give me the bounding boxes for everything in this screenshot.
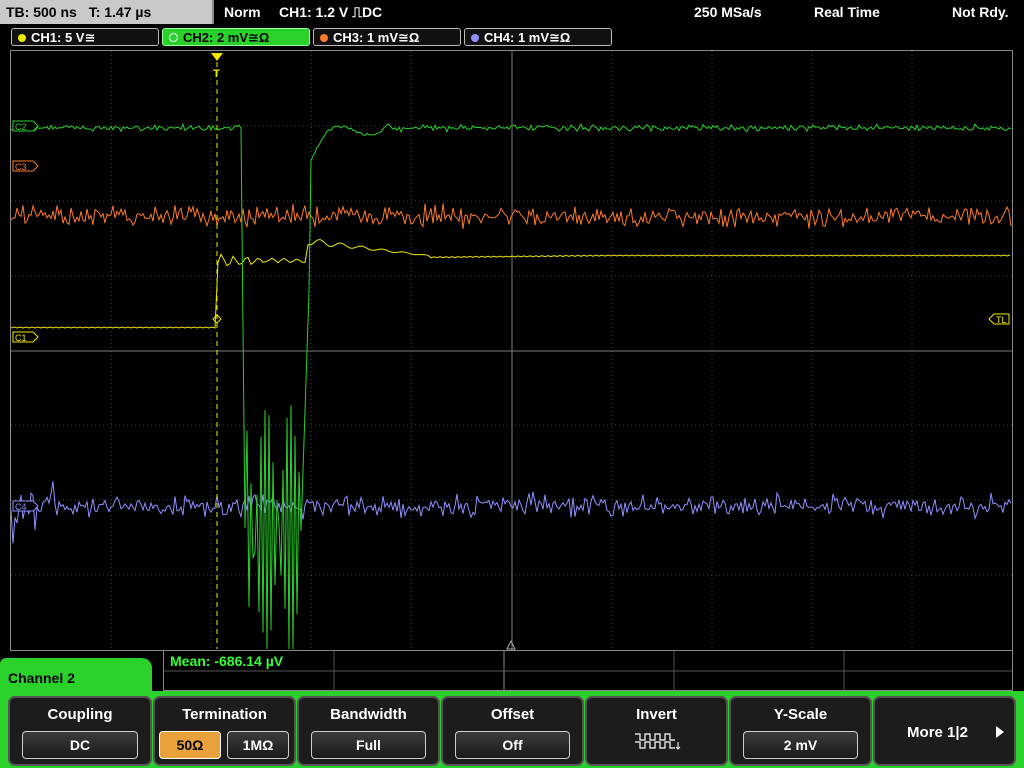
trigger-level-label: TL xyxy=(996,315,1007,325)
invert-waveform-icon xyxy=(635,733,681,750)
yscale-value[interactable]: 2 mV xyxy=(743,731,858,759)
tab-ch3-label: CH3: 1 mV≅Ω xyxy=(333,30,420,45)
ch4-marker-label: C4 xyxy=(15,502,27,512)
termination-softkey[interactable]: Termination 50Ω 1MΩ xyxy=(153,696,296,766)
bandwidth-value[interactable]: Full xyxy=(311,731,426,759)
tab-ch3[interactable]: CH3: 1 mV≅Ω xyxy=(313,28,461,46)
traces xyxy=(11,122,1012,650)
timebase-box[interactable]: TB: 500 ns T: 1.47 µs xyxy=(0,0,214,24)
coupling-softkey[interactable]: Coupling DC xyxy=(8,696,152,766)
ch3-trace xyxy=(11,203,1012,229)
trigger-mode[interactable]: Norm xyxy=(224,0,261,24)
status-bar: TB: 500 ns T: 1.47 µs Norm CH1: 1.2 V ⎍D… xyxy=(0,0,1024,26)
ch1-marker-label: C1 xyxy=(15,333,27,343)
ch3-marker[interactable]: C3 xyxy=(12,160,39,172)
offset-value[interactable]: Off xyxy=(455,731,570,759)
channel-tab-row: CH1: 5 V≅ CH2: 2 mV≅Ω CH3: 1 mV≅Ω CH4: 1… xyxy=(0,26,1024,48)
invert-softkey[interactable]: Invert xyxy=(585,696,728,766)
center-marker xyxy=(506,639,516,650)
tab-ch1-label: CH1: 5 V≅ xyxy=(31,30,96,45)
yscale-softkey[interactable]: Y-Scale 2 mV xyxy=(729,696,872,766)
tab-ch2-label: CH2: 2 mV≅Ω xyxy=(183,30,270,45)
invert-title: Invert xyxy=(636,706,677,723)
timebase-label: TB: 500 ns xyxy=(6,4,77,20)
measurement-area: Mean: -686.14 µV xyxy=(163,651,1013,691)
sample-rate: 250 MSa/s xyxy=(694,4,762,20)
ch1-marker[interactable]: C1 xyxy=(12,331,39,343)
trigger-time-label: T: 1.47 µs xyxy=(88,4,152,20)
ch4-marker[interactable]: C4 xyxy=(12,500,39,512)
ch3-color-dot xyxy=(320,33,328,42)
trigger-level-marker[interactable]: TL xyxy=(988,313,1010,325)
acquisition-status: Not Rdy. xyxy=(952,4,1009,20)
tab-ch2[interactable]: CH2: 2 mV≅Ω xyxy=(162,28,310,46)
bandwidth-title: Bandwidth xyxy=(330,706,407,723)
tab-ch1[interactable]: CH1: 5 V≅ xyxy=(11,28,159,46)
trigger-position-label: T xyxy=(213,68,220,80)
bandwidth-softkey[interactable]: Bandwidth Full xyxy=(297,696,440,766)
tab-ch4-label: CH4: 1 mV≅Ω xyxy=(484,30,571,45)
ch1-color-dot xyxy=(18,33,26,42)
next-arrow-icon xyxy=(996,726,1004,738)
ch2-marker[interactable]: C2 xyxy=(12,120,39,132)
coupling-value[interactable]: DC xyxy=(22,731,138,759)
termination-1mohm-option[interactable]: 1MΩ xyxy=(227,731,289,759)
ch1-trace xyxy=(11,238,1011,329)
ch4-color-dot xyxy=(471,33,479,42)
coupling-title: Coupling xyxy=(47,706,113,723)
tab-ch4[interactable]: CH4: 1 mV≅Ω xyxy=(464,28,612,46)
ch4-trace xyxy=(11,481,1012,544)
ch2-trace xyxy=(11,122,1012,650)
trigger-info[interactable]: CH1: 1.2 V ⎍DC xyxy=(279,0,382,24)
termination-50ohm-option[interactable]: 50Ω xyxy=(159,731,221,759)
yscale-title: Y-Scale xyxy=(773,706,828,723)
ch2-color-dot xyxy=(169,33,178,43)
more-title: More 1|2 xyxy=(907,724,968,741)
mean-measurement: Mean: -686.14 µV xyxy=(170,653,284,669)
termination-title: Termination xyxy=(182,706,267,723)
grid xyxy=(11,51,1012,650)
more-softkey[interactable]: More 1|2 xyxy=(873,696,1016,766)
ch3-marker-label: C3 xyxy=(15,162,27,172)
waveform-display[interactable]: C2 C3 C1 C4 TL T xyxy=(10,50,1013,651)
offset-softkey[interactable]: Offset Off xyxy=(441,696,584,766)
ch2-marker-label: C2 xyxy=(15,122,27,132)
acquisition-mode: Real Time xyxy=(814,4,880,20)
waveform-canvas: C2 C3 C1 C4 TL T xyxy=(11,51,1012,650)
offset-title: Offset xyxy=(490,706,535,723)
